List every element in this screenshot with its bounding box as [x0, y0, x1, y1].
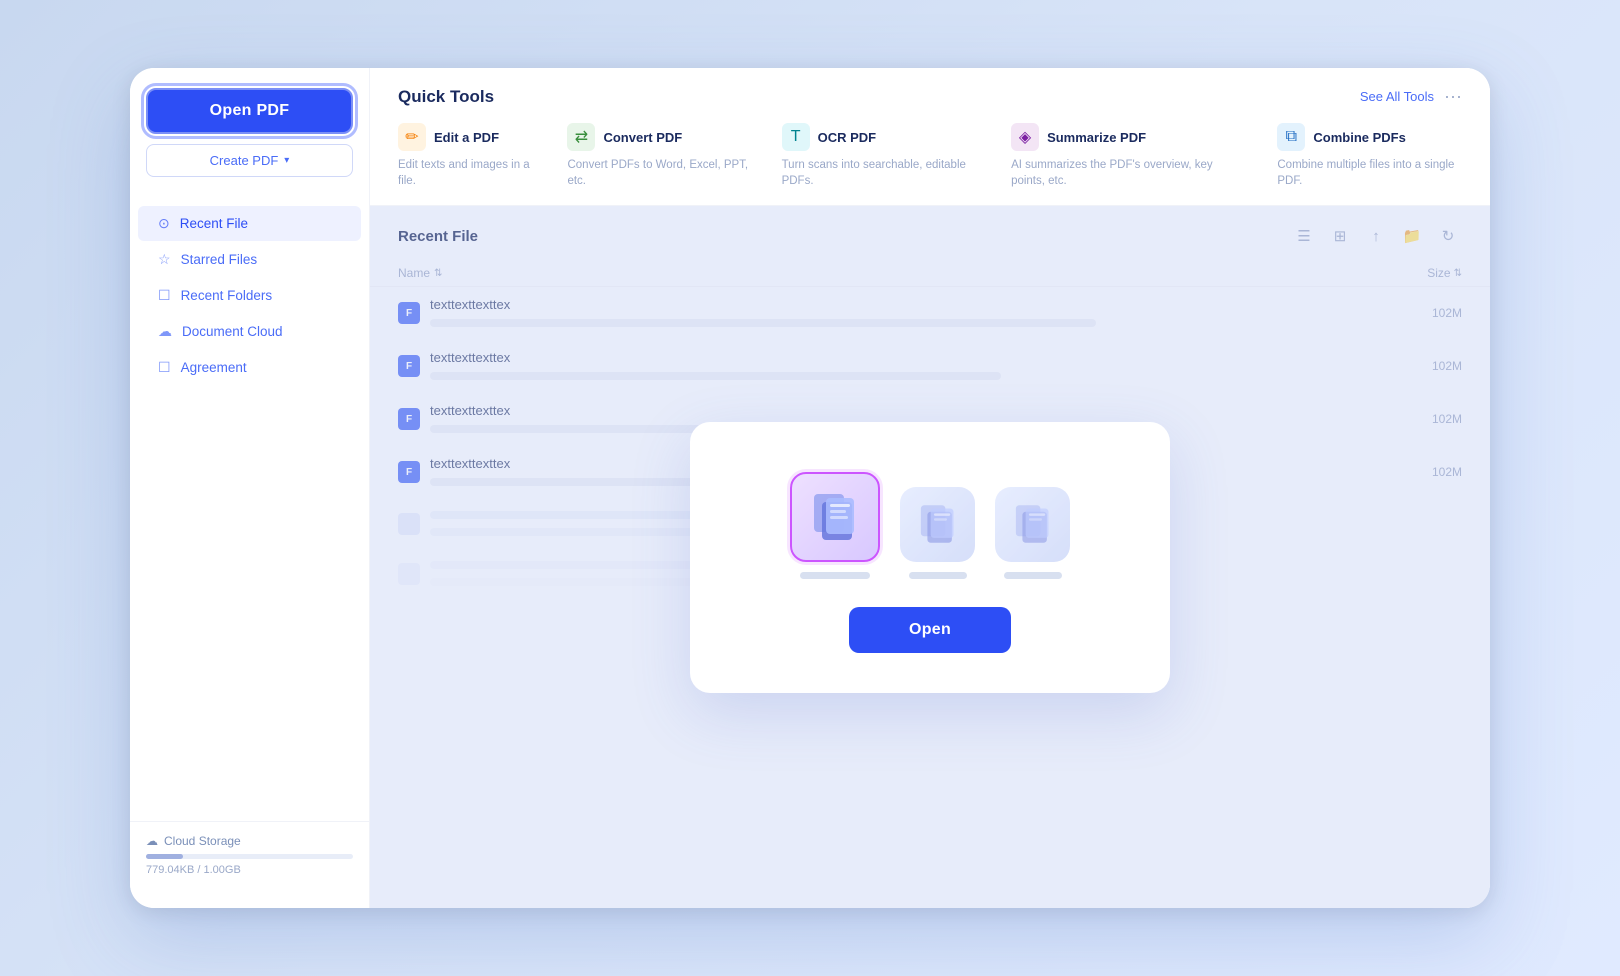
open-pdf-button[interactable]: Open PDF [146, 88, 353, 134]
app-window: Open PDF Create PDF ▾ ⊙ Recent File ☆ St… [130, 68, 1490, 908]
sidebar-item-recent-folders[interactable]: ☐ Recent Folders [138, 278, 361, 313]
storage-usage-text: 779.04KB / 1.00GB [146, 864, 353, 876]
sidebar-item-label: Starred Files [181, 252, 258, 267]
tool-desc: Convert PDFs to Word, Excel, PPT, etc. [567, 157, 749, 189]
see-all-tools-link[interactable]: See All Tools [1360, 89, 1434, 104]
more-options-icon[interactable]: ··· [1444, 86, 1462, 107]
quick-tools-title: Quick Tools [398, 87, 494, 107]
tool-ocr-pdf[interactable]: T OCR PDF Turn scans into searchable, ed… [782, 123, 979, 189]
sidebar-item-recent-file[interactable]: ⊙ Recent File [138, 206, 361, 241]
pdf-file-svg [808, 490, 862, 544]
sidebar-item-label: Agreement [181, 360, 247, 375]
modal-file-icon [995, 487, 1070, 562]
tool-header: ⧉ Combine PDFs [1277, 123, 1462, 151]
sidebar-top: Open PDF Create PDF ▾ [130, 88, 369, 197]
sidebar-bottom: ☁ Cloud Storage 779.04KB / 1.00GB [130, 821, 369, 888]
pdf-file-svg-3 [1011, 502, 1055, 546]
convert-pdf-icon: ⇄ [567, 123, 595, 151]
modal-file-item[interactable] [900, 487, 975, 579]
sidebar-navigation: ⊙ Recent File ☆ Starred Files ☐ Recent F… [130, 197, 369, 821]
tool-edit-pdf[interactable]: ✏ Edit a PDF Edit texts and images in a … [398, 123, 535, 189]
sidebar-item-agreement[interactable]: ☐ Agreement [138, 350, 361, 385]
sidebar-item-label: Document Cloud [182, 324, 283, 339]
sidebar-item-starred-files[interactable]: ☆ Starred Files [138, 242, 361, 277]
modal-files-row [790, 472, 1070, 579]
tool-name: OCR PDF [818, 130, 877, 145]
chevron-down-icon: ▾ [284, 155, 289, 166]
tool-header: T OCR PDF [782, 123, 979, 151]
tool-name: Combine PDFs [1313, 130, 1405, 145]
modal-file-item[interactable] [790, 472, 880, 579]
tool-name: Convert PDF [603, 130, 682, 145]
file-name-skeleton [1004, 572, 1062, 579]
tool-summarize-pdf[interactable]: ◈ Summarize PDF AI summarizes the PDF's … [1011, 123, 1245, 189]
pdf-file-svg-2 [916, 502, 960, 546]
folder-icon: ☐ [158, 287, 171, 304]
modal-file-icon-selected [790, 472, 880, 562]
cloud-storage-label: ☁ Cloud Storage [146, 834, 353, 848]
modal-file-item[interactable] [995, 487, 1070, 579]
sidebar: Open PDF Create PDF ▾ ⊙ Recent File ☆ St… [130, 68, 370, 908]
quick-tools-section: Quick Tools See All Tools ··· ✏ Edit a P… [370, 68, 1490, 206]
modal-overlay: Open [370, 206, 1490, 908]
tools-grid: ✏ Edit a PDF Edit texts and images in a … [398, 123, 1462, 189]
tool-desc: Turn scans into searchable, editable PDF… [782, 157, 979, 189]
tool-combine-pdfs[interactable]: ⧉ Combine PDFs Combine multiple files in… [1277, 123, 1462, 189]
recent-section: Recent File ☰ ⊞ ↑ 📁 ↻ Name ⇅ [370, 206, 1490, 908]
tool-convert-pdf[interactable]: ⇄ Convert PDF Convert PDFs to Word, Exce… [567, 123, 749, 189]
modal-file-icon [900, 487, 975, 562]
combine-pdfs-icon: ⧉ [1277, 123, 1305, 151]
quick-tools-header: Quick Tools See All Tools ··· [398, 86, 1462, 107]
tool-name: Edit a PDF [434, 130, 499, 145]
sidebar-item-label: Recent File [180, 216, 248, 231]
tool-desc: Edit texts and images in a file. [398, 157, 535, 189]
open-file-button[interactable]: Open [849, 607, 1011, 653]
sidebar-item-label: Recent Folders [181, 288, 273, 303]
app-layout: Open PDF Create PDF ▾ ⊙ Recent File ☆ St… [130, 68, 1490, 908]
file-open-modal: Open [690, 422, 1170, 693]
storage-bar-background [146, 854, 353, 859]
main-content: Quick Tools See All Tools ··· ✏ Edit a P… [370, 68, 1490, 908]
quick-tools-actions: See All Tools ··· [1360, 86, 1462, 107]
cloud-icon: ☁ [158, 323, 172, 340]
tool-desc: Combine multiple files into a single PDF… [1277, 157, 1462, 189]
cloud-storage-icon: ☁ [146, 834, 158, 848]
storage-bar-fill [146, 854, 183, 859]
tool-name: Summarize PDF [1047, 130, 1146, 145]
summarize-pdf-icon: ◈ [1011, 123, 1039, 151]
star-icon: ☆ [158, 251, 171, 268]
tool-header: ◈ Summarize PDF [1011, 123, 1245, 151]
recent-file-icon: ⊙ [158, 215, 170, 232]
file-name-skeleton [800, 572, 870, 579]
create-pdf-button[interactable]: Create PDF ▾ [146, 144, 353, 177]
tool-header: ⇄ Convert PDF [567, 123, 749, 151]
agreement-icon: ☐ [158, 359, 171, 376]
edit-pdf-icon: ✏ [398, 123, 426, 151]
tool-header: ✏ Edit a PDF [398, 123, 535, 151]
file-name-skeleton [909, 572, 967, 579]
sidebar-item-document-cloud[interactable]: ☁ Document Cloud [138, 314, 361, 349]
create-pdf-label: Create PDF [210, 153, 279, 168]
ocr-pdf-icon: T [782, 123, 810, 151]
tool-desc: AI summarizes the PDF's overview, key po… [1011, 157, 1245, 189]
